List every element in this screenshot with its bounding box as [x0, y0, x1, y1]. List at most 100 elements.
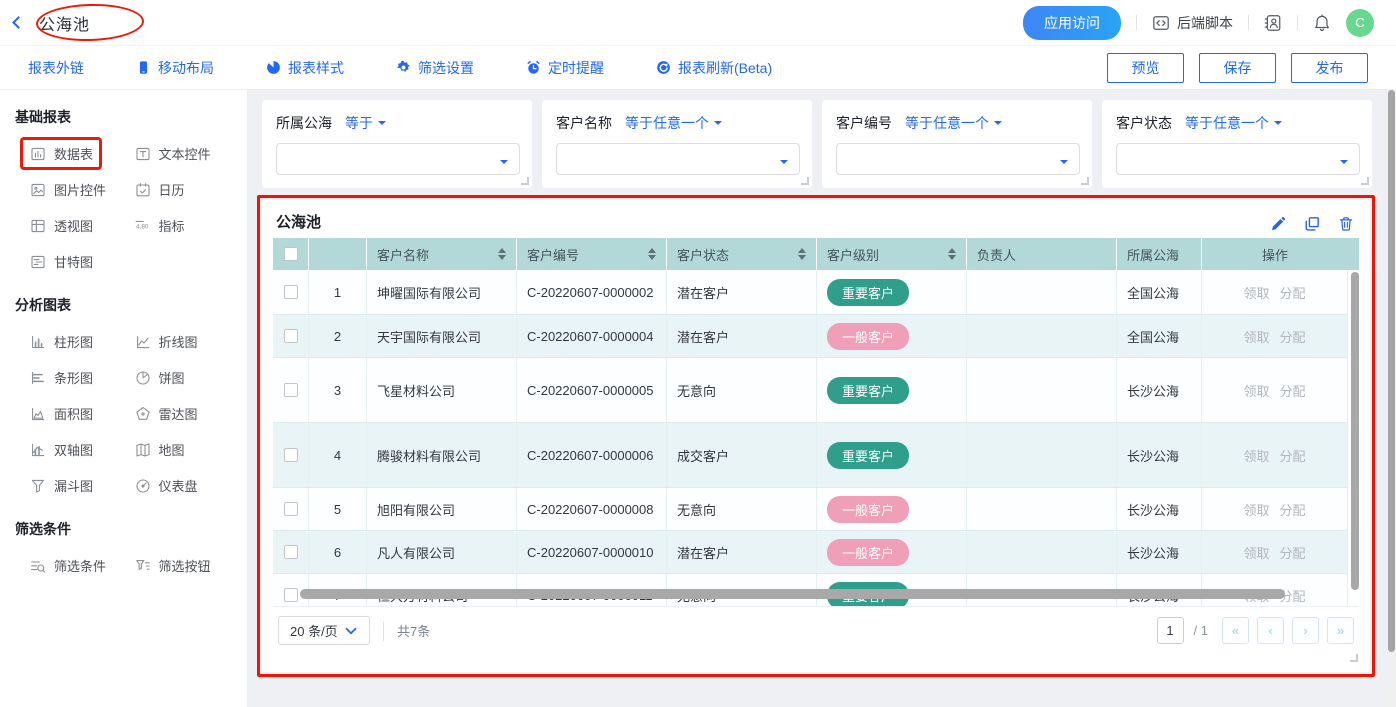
backend-script-button[interactable]: 后端脚本 [1152, 13, 1233, 33]
column-header-level[interactable]: 客户级别 [817, 238, 967, 270]
sidebar-item-calendar[interactable]: 日历 [135, 180, 185, 199]
page-scrollbar[interactable] [1387, 90, 1396, 707]
resize-handle[interactable] [801, 177, 809, 185]
sidebar-item-radar-chart[interactable]: 雷达图 [135, 404, 198, 423]
sidebar-item-image-widget[interactable]: 图片控件 [30, 180, 106, 199]
sidebar-item-filter-condition[interactable]: 筛选条件 [30, 556, 106, 575]
sidebar-item-map-chart[interactable]: 地图 [135, 440, 185, 459]
toolbar-item-report-link[interactable]: 报表外链 [28, 58, 84, 78]
row-checkbox[interactable] [284, 545, 298, 559]
column-header-code[interactable]: 客户编号 [517, 238, 667, 270]
page-scrollbar-thumb[interactable] [1388, 90, 1395, 652]
sidebar-item-funnel-chart[interactable]: 漏斗图 [30, 476, 93, 495]
preview-button[interactable]: 预览 [1107, 53, 1184, 83]
claim-link[interactable]: 领取 [1243, 543, 1269, 562]
sidebar-item-pie-chart[interactable]: 饼图 [135, 368, 185, 387]
toolbar-item-label: 报表外链 [28, 58, 84, 78]
sort-icon[interactable] [798, 248, 806, 260]
sidebar-item-area-chart[interactable]: 面积图 [30, 404, 93, 423]
back-icon[interactable] [12, 16, 25, 29]
resize-handle[interactable] [1350, 654, 1358, 662]
prev-page-button[interactable]: ‹ [1257, 617, 1284, 644]
page-title: 公海池 [39, 11, 90, 35]
cell-code: C-20220607-0000008 [517, 488, 667, 530]
filter-value-select[interactable] [556, 143, 800, 175]
sidebar-item-bar-chart[interactable]: 条形图 [30, 368, 93, 387]
row-checkbox[interactable] [284, 329, 298, 343]
sidebar-item-pivot-table[interactable]: 透视图 [30, 216, 93, 235]
horizontal-scrollbar-thumb[interactable] [300, 589, 1285, 599]
table-vertical-scrollbar-thumb[interactable] [1351, 272, 1359, 590]
cell-status: 潜在客户 [667, 315, 817, 357]
claim-link[interactable]: 领取 [1243, 327, 1269, 346]
assign-link[interactable]: 分配 [1280, 543, 1306, 562]
sort-icon[interactable] [648, 248, 656, 260]
claim-link[interactable]: 领取 [1243, 446, 1269, 465]
toolbar-item-report-refresh[interactable]: 报表刷新(Beta) [656, 58, 772, 78]
filter-operator-dropdown[interactable]: 等于任意一个 [625, 113, 722, 133]
row-checkbox[interactable] [284, 448, 298, 462]
data-table-widget[interactable]: 公海池 客户名称客户编号客户状态客户级别负责人所属公海操作 1坤曜国际有限公司C… [262, 200, 1370, 672]
assign-link[interactable]: 分配 [1280, 327, 1306, 346]
next-page-button[interactable]: › [1292, 617, 1319, 644]
contacts-icon[interactable] [1264, 14, 1282, 32]
select-all-checkbox[interactable] [284, 247, 298, 261]
table-header-row: 客户名称客户编号客户状态客户级别负责人所属公海操作 [273, 238, 1359, 270]
bell-icon[interactable] [1313, 14, 1331, 32]
save-button[interactable]: 保存 [1199, 53, 1276, 83]
sidebar-item-line-chart[interactable]: 折线图 [135, 332, 198, 351]
sort-icon[interactable] [948, 248, 956, 260]
sort-icon[interactable] [498, 248, 506, 260]
first-page-button[interactable]: « [1222, 617, 1249, 644]
table-vertical-scrollbar[interactable] [1351, 270, 1359, 606]
filter-operator-dropdown[interactable]: 等于任意一个 [1185, 113, 1282, 133]
sidebar-item-text-widget[interactable]: 文本控件 [135, 144, 211, 163]
row-checkbox[interactable] [284, 502, 298, 516]
sidebar-item-gantt[interactable]: 甘特图 [30, 252, 93, 271]
filter-value-select[interactable] [276, 143, 520, 175]
column-header-name[interactable]: 客户名称 [367, 238, 517, 270]
sidebar-item-column-chart[interactable]: 柱形图 [30, 332, 93, 351]
filter-value-select[interactable] [1116, 143, 1360, 175]
publish-button[interactable]: 发布 [1291, 53, 1368, 83]
row-checkbox[interactable] [284, 383, 298, 397]
claim-link[interactable]: 领取 [1243, 283, 1269, 302]
sidebar-item-gauge-chart[interactable]: 仪表盘 [135, 476, 198, 495]
assign-link[interactable]: 分配 [1280, 446, 1306, 465]
resize-handle[interactable] [521, 177, 529, 185]
assign-link[interactable]: 分配 [1280, 381, 1306, 400]
resize-handle[interactable] [1361, 177, 1369, 185]
claim-link[interactable]: 领取 [1243, 500, 1269, 519]
assign-link[interactable]: 分配 [1280, 283, 1306, 302]
table-row: 4腾骏材料有限公司C-20220607-0000006成交客户重要客户长沙公海领… [273, 423, 1348, 488]
toolbar-item-report-style[interactable]: 报表样式 [266, 58, 344, 78]
table-body: 1坤曜国际有限公司C-20220607-0000002潜在客户重要客户全国公海领… [273, 270, 1348, 606]
page-size-select[interactable]: 20 条/页 [278, 616, 370, 645]
toolbar-item-filter-settings[interactable]: 筛选设置 [396, 58, 474, 78]
resize-handle[interactable] [1081, 177, 1089, 185]
filter-operator-dropdown[interactable]: 等于任意一个 [905, 113, 1002, 133]
filter-value-select[interactable] [836, 143, 1080, 175]
avatar[interactable]: C [1346, 9, 1374, 37]
assign-link[interactable]: 分配 [1280, 500, 1306, 519]
claim-link[interactable]: 领取 [1243, 381, 1269, 400]
column-header-status[interactable]: 客户状态 [667, 238, 817, 270]
sidebar-item-filter-button[interactable]: 筛选按钮 [135, 556, 211, 575]
filter-operator-dropdown[interactable]: 等于 [345, 113, 386, 133]
row-checkbox[interactable] [284, 588, 298, 602]
toolbar-item-mobile-layout[interactable]: 移动布局 [136, 58, 214, 78]
current-page-input[interactable]: 1 [1157, 617, 1184, 644]
delete-icon[interactable] [1338, 216, 1354, 232]
copy-icon[interactable] [1304, 216, 1320, 232]
edit-icon[interactable] [1270, 216, 1286, 232]
app-access-button[interactable]: 应用访问 [1023, 6, 1121, 40]
sidebar-item-label: 筛选按钮 [159, 556, 211, 575]
row-checkbox[interactable] [284, 285, 298, 299]
sidebar-item-label: 数据表 [54, 144, 93, 163]
last-page-button[interactable]: » [1327, 617, 1354, 644]
sidebar-item-data-table[interactable]: 数据表 [30, 144, 93, 163]
sidebar-item-metric[interactable]: 4,80指标 [135, 216, 185, 235]
sidebar-item-dual-axis-chart[interactable]: 双轴图 [30, 440, 93, 459]
code-icon [1152, 14, 1170, 32]
toolbar-item-timed-reminder[interactable]: 定时提醒 [526, 58, 604, 78]
